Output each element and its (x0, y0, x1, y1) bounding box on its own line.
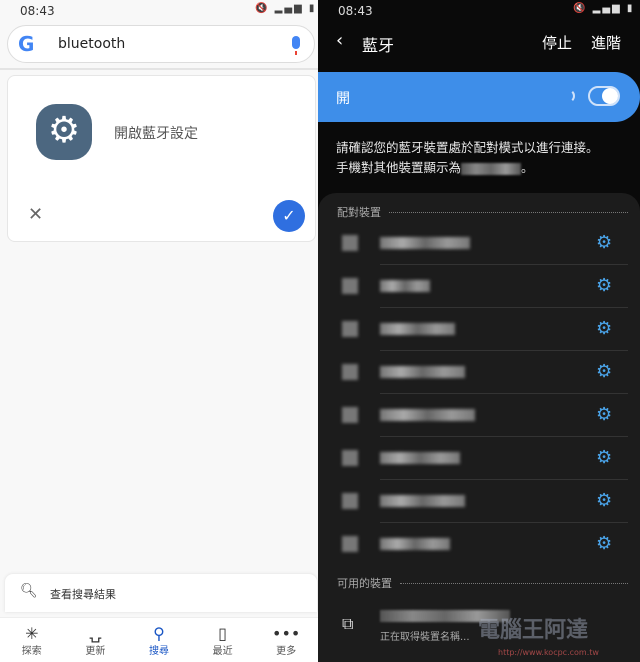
device-icon (342, 278, 358, 294)
status-icons: 🔇 ▂▄▆ ▮ (573, 3, 635, 14)
device-status: 正在取得裝置名稱... (380, 632, 470, 643)
suggestion-card[interactable]: ⚙ 開啟藍牙設定 ✕ ✓ (7, 75, 316, 242)
nav-discover[interactable]: ✳ 探索 (0, 618, 64, 662)
device-name-redacted (380, 237, 470, 249)
bottom-nav: ✳ 探索 ⍽ 更新 ⚲ 搜尋 ▯ 最近 ••• 更多 (0, 617, 318, 662)
settings-gear-icon[interactable]: ⚙ (596, 490, 612, 511)
recent-icon: ▯ (218, 624, 227, 643)
desc-prefix: 手機對其他裝置顯示為 (336, 160, 462, 175)
google-logo-icon: G (18, 32, 35, 56)
watermark-logo: 電腦王阿達 (478, 618, 589, 643)
device-icon (342, 493, 358, 509)
settings-gear-icon[interactable]: ⚙ (596, 318, 612, 339)
available-header-label: 可用的裝置 (337, 577, 392, 590)
available-header: 可用的裝置 (337, 575, 628, 591)
device-name-redacted (380, 538, 450, 550)
device-name-redacted (380, 323, 455, 335)
bluetooth-toggle-bar[interactable]: 開 (318, 72, 640, 122)
nav-label: 更多 (276, 646, 297, 657)
settings-gear-icon[interactable]: ⚙ (596, 275, 612, 296)
settings-gear-icon[interactable]: ⚙ (596, 533, 612, 554)
device-icon (342, 536, 358, 552)
settings-gear-icon[interactable]: ⚙ (596, 232, 612, 253)
description: 請確認您的藍牙裝置處於配對模式以進行連接。 手機對其他裝置顯示為 。 (336, 138, 599, 178)
paired-device-row[interactable]: ⚙ (318, 394, 640, 437)
device-icon (342, 321, 358, 337)
nav-label: 搜尋 (148, 646, 169, 657)
nav-label: 探索 (21, 646, 42, 657)
device-name-redacted (380, 495, 465, 507)
google-search-panel: 08:43 🔇 ▂▄▆ ▮ G bluetooth ⚙ 開啟藍牙設定 ✕ ✓ 🔍… (0, 0, 318, 662)
asterisk-icon: ✳ (25, 624, 39, 643)
nav-recent[interactable]: ▯ 最近 (191, 618, 255, 662)
bluetooth-settings-panel: 08:43 🔇 ▂▄▆ ▮ ‹ 藍牙 停止 進階 開 請確認您的藍牙裝置處於配對… (318, 0, 640, 662)
view-results-button[interactable]: 🔍︎ 查看搜尋結果 (5, 574, 317, 612)
confirm-button[interactable]: ✓ (273, 200, 305, 232)
device-name-redacted (380, 452, 460, 464)
paired-devices-section: 配對裝置 ⚙ ⚙ ⚙ ⚙ ⚙ ⚙ ⚙ ⚙ (318, 193, 640, 568)
search-icon: ⚲ (153, 624, 165, 643)
paired-device-row[interactable]: ⚙ (318, 265, 640, 308)
paired-device-row[interactable]: ⚙ (318, 308, 640, 351)
nav-search[interactable]: ⚲ 搜尋 (127, 618, 191, 662)
divider (0, 68, 318, 70)
device-name-redacted (380, 366, 465, 378)
stop-button[interactable]: 停止 (542, 32, 572, 53)
device-icon (342, 235, 358, 251)
nav-updates[interactable]: ⍽ 更新 (64, 618, 128, 662)
nav-label: 最近 (212, 646, 233, 657)
advanced-button[interactable]: 進階 (591, 32, 621, 53)
settings-gear-icon[interactable]: ⚙ (596, 361, 612, 382)
card-title: 開啟藍牙設定 (114, 126, 198, 142)
desc-line-1: 請確認您的藍牙裝置處於配對模式以進行連接。 (336, 140, 599, 155)
paired-device-row[interactable]: ⚙ (318, 480, 640, 523)
nav-label: 更新 (85, 646, 106, 657)
view-results-label: 查看搜尋結果 (50, 588, 116, 601)
device-icon (342, 450, 358, 466)
paired-header: 配對裝置 (337, 204, 628, 220)
search-bar[interactable]: G bluetooth (7, 25, 315, 63)
device-icon: ⧉ (342, 614, 354, 633)
updates-icon: ⍽ (89, 624, 102, 643)
paired-device-row[interactable]: ⚙ (318, 523, 640, 566)
loading-spinner-icon (561, 89, 575, 103)
settings-gear-icon[interactable]: ⚙ (596, 404, 612, 425)
device-name-redacted (461, 162, 522, 175)
back-button[interactable]: ‹ (336, 30, 343, 51)
paired-header-label: 配對裝置 (337, 206, 381, 219)
device-name-redacted (380, 409, 475, 421)
paired-device-row[interactable]: ⚙ (318, 437, 640, 480)
settings-gear-icon: ⚙ (36, 104, 92, 160)
bluetooth-switch[interactable] (588, 86, 620, 106)
device-name-redacted (380, 280, 430, 292)
status-time: 08:43 (20, 4, 55, 18)
device-icon (342, 364, 358, 380)
settings-gear-icon[interactable]: ⚙ (596, 447, 612, 468)
device-icon (342, 407, 358, 423)
desc-suffix: 。 (521, 160, 534, 175)
more-icon: ••• (272, 624, 301, 643)
status-time: 08:43 (338, 4, 373, 18)
paired-device-row[interactable]: ⚙ (318, 351, 640, 394)
page-title: 藍牙 (362, 36, 395, 55)
search-input[interactable]: bluetooth (58, 36, 125, 52)
status-icons: 🔇 ▂▄▆ ▮ (255, 3, 317, 14)
watermark-url: http://www.kocpc.com.tw (498, 648, 599, 657)
search-icon: 🔍︎ (20, 583, 38, 599)
nav-more[interactable]: ••• 更多 (254, 618, 318, 662)
toggle-label: 開 (336, 91, 350, 107)
paired-device-row[interactable]: ⚙ (318, 222, 640, 265)
mic-icon[interactable] (292, 36, 300, 55)
dismiss-button[interactable]: ✕ (28, 204, 43, 225)
desc-line-2: 手機對其他裝置顯示為 。 (336, 158, 599, 178)
